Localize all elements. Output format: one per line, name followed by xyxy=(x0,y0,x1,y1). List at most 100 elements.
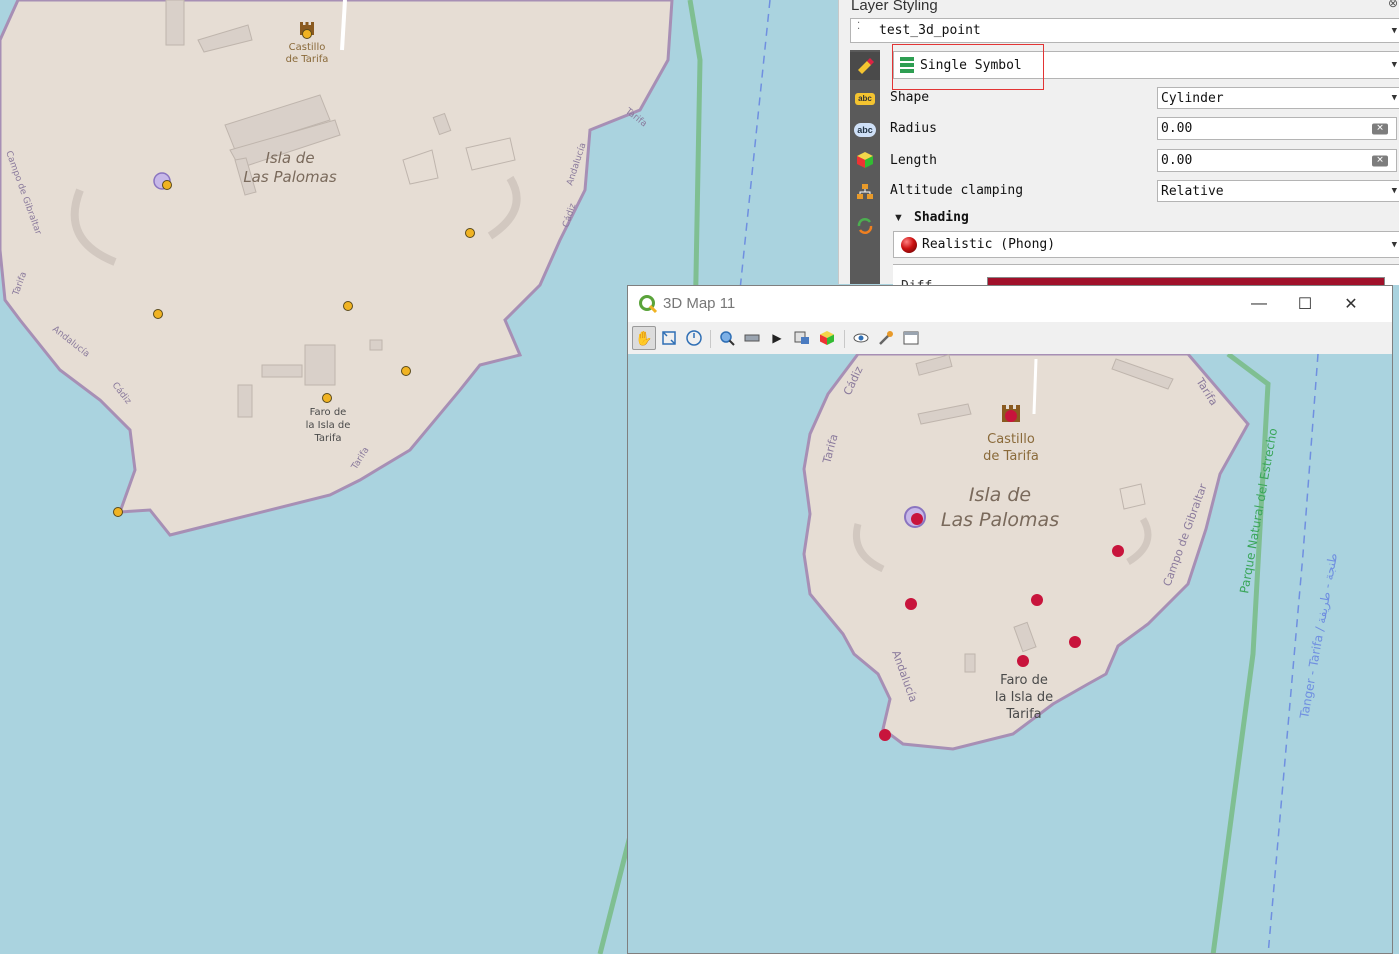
label-castillo-3d-1: Castillo xyxy=(987,432,1035,447)
chevron-down-icon: ▼ xyxy=(1391,60,1397,70)
tab-3d-view[interactable] xyxy=(850,146,880,174)
measure-button[interactable] xyxy=(740,326,764,350)
shape-label: Shape xyxy=(890,90,930,105)
length-spinbox[interactable]: 0.00 ✕ xyxy=(1157,149,1397,172)
label-island-3d-1: Isla de xyxy=(969,484,1031,506)
point-feature[interactable] xyxy=(465,228,475,238)
cube-3d-icon xyxy=(857,152,873,168)
point-feature[interactable] xyxy=(1005,410,1017,422)
window-dock-icon xyxy=(903,331,919,345)
length-value: 0.00 xyxy=(1161,153,1193,168)
hand-icon: ✋ xyxy=(635,329,653,346)
options-button[interactable] xyxy=(874,326,898,350)
maximize-button[interactable]: ☐ xyxy=(1282,290,1328,318)
point-feature[interactable] xyxy=(401,366,411,376)
label-island-2: Las Palomas xyxy=(243,168,337,186)
tab-labels[interactable]: abc xyxy=(850,85,880,113)
chevron-down-icon: ▼ xyxy=(1391,186,1397,196)
radius-label: Radius xyxy=(890,121,937,136)
shape-select[interactable]: Cylinder ▼ xyxy=(1157,87,1399,109)
3d-settings-button[interactable] xyxy=(815,326,839,350)
export-icon xyxy=(794,331,809,344)
play-icon: ▶ xyxy=(772,331,782,345)
point-feature[interactable] xyxy=(162,180,172,190)
length-label: Length xyxy=(890,153,937,168)
camera-control-button[interactable] xyxy=(849,326,873,350)
label-faro-3d-2: la Isla de xyxy=(995,690,1053,705)
chevron-down-icon: ▼ xyxy=(1391,93,1397,103)
map3d-canvas[interactable]: Castillo de Tarifa Isla de Las Palomas F… xyxy=(628,354,1393,954)
point-layer-icon: ⁚ xyxy=(857,21,861,32)
sphere-icon xyxy=(901,237,917,253)
label-castillo-3d-2: de Tarifa xyxy=(983,449,1039,464)
shading-select[interactable]: Realistic (Phong) ▼ xyxy=(893,231,1399,258)
animations-button[interactable]: ▶ xyxy=(765,326,789,350)
identify-icon xyxy=(720,331,735,346)
point-feature[interactable] xyxy=(153,309,163,319)
panel-float-icon[interactable]: ⊗ xyxy=(1388,0,1398,10)
point-feature[interactable] xyxy=(1112,545,1124,557)
export-scene-button[interactable] xyxy=(790,326,814,350)
minimize-button[interactable]: — xyxy=(1236,290,1282,318)
label-faro-3: Tarifa xyxy=(313,433,341,444)
pan-tool-button[interactable]: ✋ xyxy=(632,326,656,350)
paintbrush-icon xyxy=(858,58,874,74)
point-feature[interactable] xyxy=(343,301,353,311)
label-castillo-2: de Tarifa xyxy=(286,54,329,65)
shading-value: Realistic (Phong) xyxy=(922,237,1056,252)
zoom-full-button[interactable] xyxy=(657,326,681,350)
layer-name: test_3d_point xyxy=(879,23,981,38)
label-faro-2: la Isla de xyxy=(306,420,351,431)
chevron-down-icon: ▼ xyxy=(1391,25,1397,36)
labels-abc-icon: abc xyxy=(855,93,875,105)
layer-styling-panel: Layer Styling ⊗ ⁚ test_3d_point ▼ abc ab… xyxy=(838,0,1399,294)
point-feature[interactable] xyxy=(113,507,123,517)
radius-spinbox[interactable]: 0.00 ✕ xyxy=(1157,117,1397,140)
window-title: 3D Map 11 xyxy=(663,295,736,312)
point-feature[interactable] xyxy=(911,513,923,525)
point-feature[interactable] xyxy=(905,598,917,610)
dock-button[interactable] xyxy=(899,326,923,350)
point-feature[interactable] xyxy=(302,29,312,39)
panel-title: Layer Styling xyxy=(851,0,938,14)
point-feature[interactable] xyxy=(1069,636,1081,648)
style-tabs-strip: abc abc xyxy=(850,50,880,284)
map3d-window: 3D Map 11 — ☐ ✕ ✋ ▶ Castillo de Tarifa I… xyxy=(627,285,1393,954)
refresh-arrows-icon xyxy=(857,218,873,234)
eye-icon xyxy=(853,333,869,343)
altitude-clamping-select[interactable]: Relative ▼ xyxy=(1157,180,1399,202)
camera-reset-button[interactable] xyxy=(682,326,706,350)
tab-symbology[interactable] xyxy=(850,52,880,80)
point-feature[interactable] xyxy=(1031,594,1043,606)
clear-icon[interactable]: ✕ xyxy=(1372,155,1388,166)
clear-icon[interactable]: ✕ xyxy=(1372,123,1388,134)
shape-value: Cylinder xyxy=(1161,91,1224,106)
point-feature[interactable] xyxy=(322,393,332,403)
label-island-3d-2: Las Palomas xyxy=(941,509,1059,531)
tab-actions[interactable] xyxy=(850,212,880,240)
cube-3d-icon xyxy=(820,331,834,345)
identify-button[interactable] xyxy=(715,326,739,350)
collapse-triangle-icon[interactable]: ▼ xyxy=(893,212,904,224)
label-castillo-1: Castillo xyxy=(289,42,326,53)
point-feature[interactable] xyxy=(879,729,891,741)
shading-section-header[interactable]: Shading xyxy=(914,210,969,225)
tab-diagrams[interactable] xyxy=(850,178,880,206)
layer-selector[interactable]: ⁚ test_3d_point ▼ xyxy=(850,18,1399,43)
label-faro-3d-1: Faro de xyxy=(1000,673,1048,688)
altitude-value: Relative xyxy=(1161,184,1224,199)
tab-masks[interactable]: abc xyxy=(850,116,880,144)
altitude-clamping-label: Altitude clamping xyxy=(890,183,1024,198)
map3d-toolbar: ✋ ▶ xyxy=(628,322,1392,355)
ruler-icon xyxy=(744,334,760,342)
radius-value: 0.00 xyxy=(1161,121,1193,136)
window-titlebar[interactable]: 3D Map 11 — ☐ ✕ xyxy=(628,286,1392,322)
compass-icon xyxy=(686,330,702,346)
close-button[interactable]: ✕ xyxy=(1328,290,1374,318)
label-faro-3d-3: Tarifa xyxy=(1005,707,1041,722)
qgis-logo-icon xyxy=(639,295,658,314)
diffuse-row: Diff xyxy=(893,264,1399,294)
point-feature[interactable] xyxy=(1017,655,1029,667)
highlight-box xyxy=(892,44,1044,90)
label-island-1: Isla de xyxy=(265,149,314,167)
